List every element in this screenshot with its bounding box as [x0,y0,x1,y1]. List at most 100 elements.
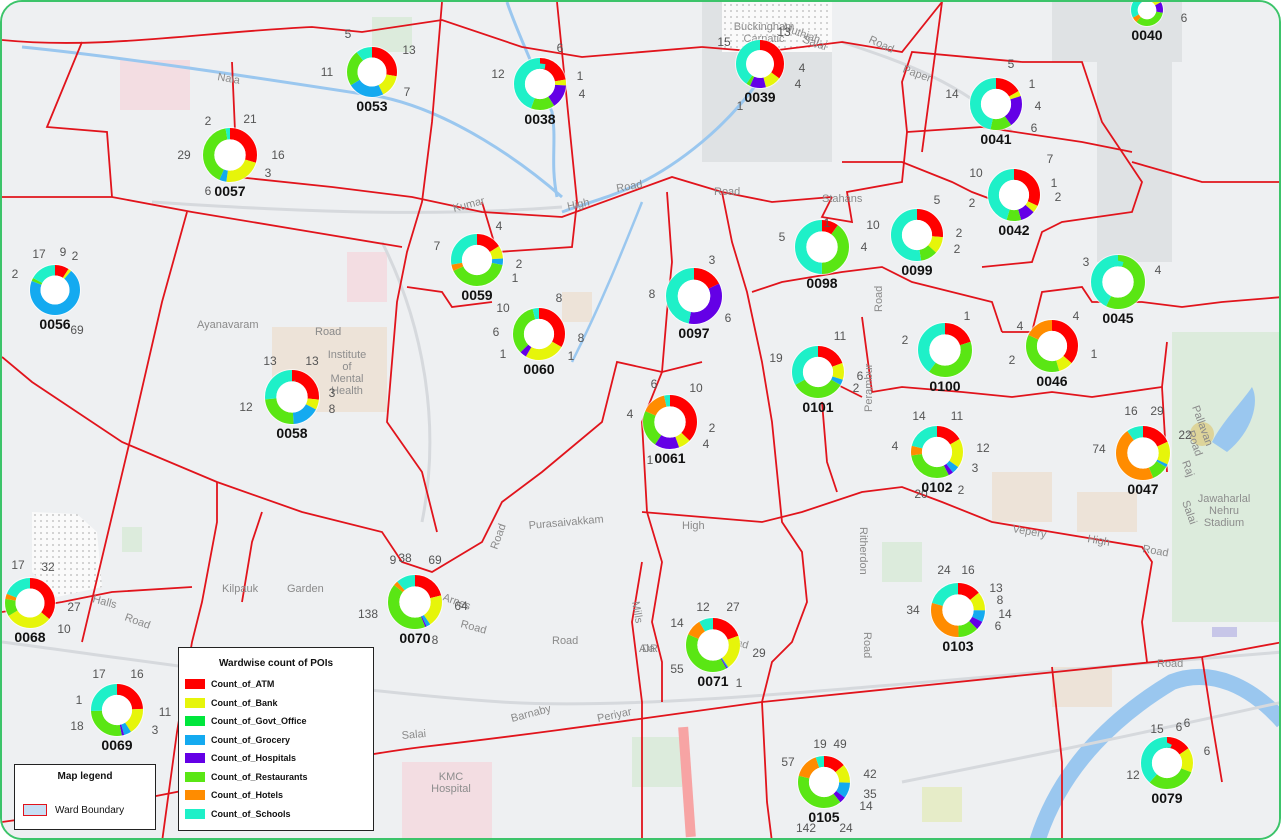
value-label: 17 [32,247,46,261]
value-label: 29 [177,148,191,162]
map-frame: Road Nala Kumar High Road Ayanavaram Road Puras… [0,0,1281,840]
value-label: 3 [972,461,979,475]
ward-id-label: 0100 [929,378,960,394]
value-label: 1 [1029,77,1036,91]
value-label: 42 [863,767,877,781]
street-label: Road [873,286,885,312]
value-label: 27 [726,600,740,614]
ward-id-label: 0042 [998,222,1029,238]
legend-swatch [185,734,205,745]
donut-hole [980,88,1012,120]
poi-legend-title: Wardwise count of POIs [218,658,334,669]
land-area [882,542,922,582]
legend-label: Count_of_Grocery [211,734,291,745]
value-label: 10 [969,166,983,180]
value-label: 15 [1150,722,1164,736]
legend-swatch [185,697,205,708]
value-label: 34 [906,603,920,617]
legend-swatch [185,679,205,690]
value-label: 14 [670,616,684,630]
value-label: 1 [824,216,831,230]
value-label: 3 [329,386,336,400]
value-label: 5 [1008,57,1015,71]
value-label: 16 [961,563,975,577]
donut-hole [101,694,133,726]
donut-hole [461,244,493,276]
ward-id-label: 0046 [1036,373,1067,389]
donut-hole [998,179,1030,211]
ward-id-label: 0061 [654,450,685,466]
ward-id-label: 0102 [921,479,952,495]
legend-swatch [185,771,205,782]
value-label: 13 [777,25,791,39]
legend-swatch [185,716,205,727]
value-label: 24 [839,821,853,835]
value-label: 29 [752,646,766,660]
value-label: 1 [647,453,654,467]
legend-swatch [185,808,205,819]
value-label: 2 [958,483,965,497]
value-label: 32 [41,560,55,574]
street-label: Perambur [863,363,875,412]
value-label: 3 [265,166,272,180]
value-label: 5 [934,193,941,207]
value-label: 13 [402,43,416,57]
value-label: 4 [892,439,899,453]
value-label: 21 [243,112,257,126]
ward-id-label: 0069 [101,737,132,753]
value-label: 12 [696,600,710,614]
donut-hole [40,275,70,305]
street-label: Road [2,2,28,5]
legend-item: Count_of_Grocery [179,731,373,750]
value-label: 2 [516,257,523,271]
legend-swatch [185,790,205,801]
donut-hole [929,334,961,366]
value-label: 4 [579,87,586,101]
value-label: 2 [72,249,79,263]
value-label: 19 [813,737,827,751]
value-label: 6 [1181,11,1188,25]
street-label: Garden [287,583,324,595]
value-label: 2 [902,333,909,347]
ward-id-label: 0059 [461,287,492,303]
legend-swatch [185,753,205,764]
legend-item: Count_of_Bank [179,694,373,713]
street-label: Salai [401,728,426,742]
donut-hole [697,629,729,661]
ward-id-label: 0097 [678,325,709,341]
legend-label: Count_of_ATM [211,679,275,690]
value-label: 1 [512,271,519,285]
legend-label: Count_of_Restaurants [211,771,308,782]
value-label: 2 [709,421,716,435]
value-label: 6 [205,184,212,198]
value-label: 3 [152,723,159,737]
value-label: 8 [556,291,563,305]
value-label: 6 [1031,121,1038,135]
value-label: 10 [57,622,71,636]
ward-id-label: 0058 [276,425,307,441]
ward-id-label: 0045 [1102,310,1133,326]
value-label: 17 [92,667,106,681]
value-label: 4 [799,61,806,75]
ward-id-label: 0060 [523,361,554,377]
value-label: 2 [1055,190,1062,204]
donut-hole [1102,266,1134,298]
value-label: 38 [398,551,412,565]
map-legend: Map legend Ward Boundary [14,764,156,830]
value-label: 16 [1124,404,1138,418]
value-label: 1 [737,99,744,113]
ward-id-label: 0098 [806,275,837,291]
value-label: 11 [321,65,334,79]
street-label: Road [714,186,740,198]
value-label: 14 [859,799,873,813]
value-label: 1 [964,309,971,323]
donut-hole [806,231,838,263]
donut-hole [921,436,953,468]
donut-hole [1036,330,1068,362]
value-label: 55 [670,662,684,676]
value-label: 74 [1092,442,1106,456]
value-label: 2 [956,226,963,240]
legend-label: Count_of_Govt_Office [211,716,307,727]
ward-id-label: 0040 [1131,27,1162,43]
value-label: 1 [500,347,507,361]
